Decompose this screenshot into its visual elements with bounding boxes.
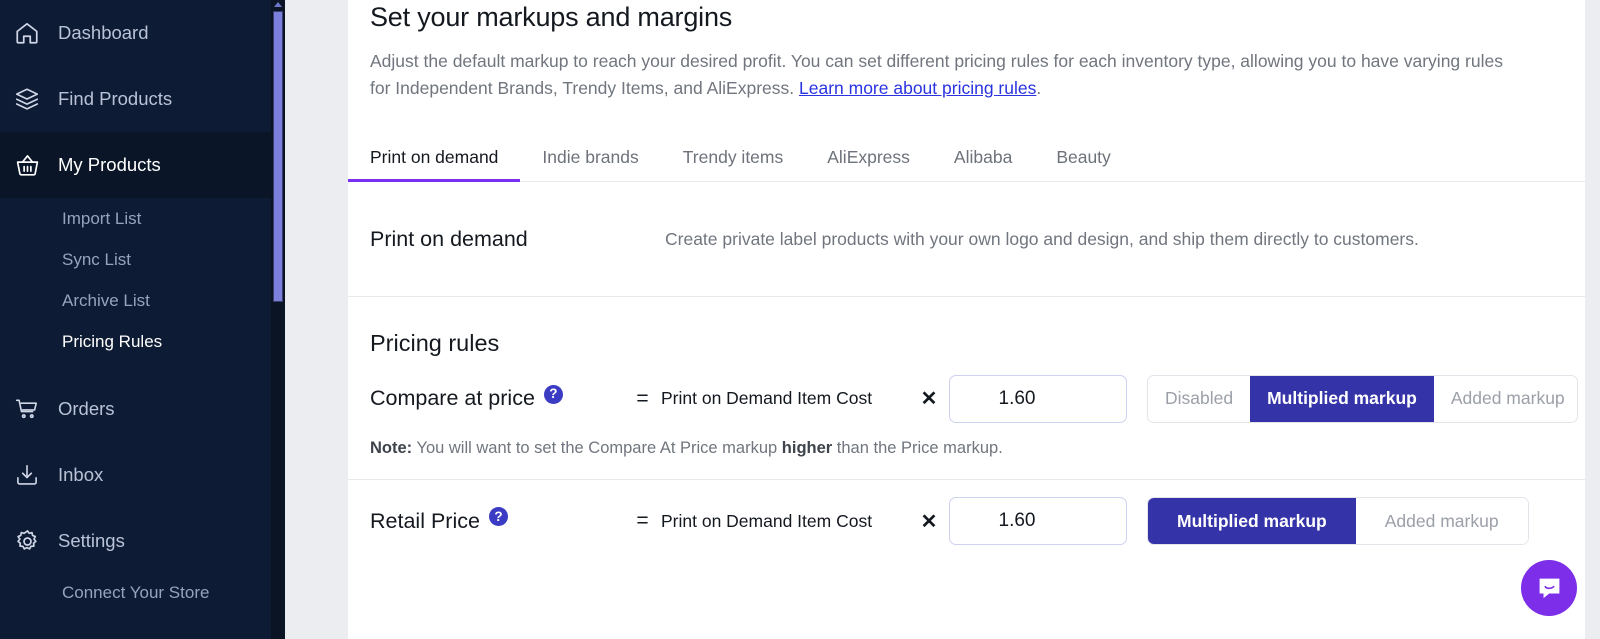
content-gutter	[285, 0, 348, 639]
tab-print-on-demand[interactable]: Print on demand	[348, 147, 521, 182]
sidebar-subitem-label: Sync List	[62, 249, 131, 269]
gear-icon	[14, 524, 58, 558]
tab-alibaba[interactable]: Alibaba	[954, 147, 1012, 181]
scrollbar-thumb[interactable]	[273, 11, 283, 302]
segment-label: Added markup	[1384, 510, 1499, 531]
multiply-symbol: ✕	[920, 510, 938, 533]
sidebar-item-label: Inbox	[58, 463, 104, 485]
sidebar-subitem-import-list[interactable]: Import List	[0, 198, 285, 239]
sidebar-subitem-label: Pricing Rules	[62, 331, 163, 351]
sidebar-subitem-pricing-rules[interactable]: Pricing Rules	[0, 321, 285, 362]
sidebar-subitem-label: Import List	[62, 208, 142, 228]
cost-source-label: Print on Demand Item Cost	[661, 510, 873, 531]
learn-more-link[interactable]: Learn more about pricing rules	[799, 78, 1036, 98]
segment-label: Disabled	[1165, 388, 1234, 408]
layers-icon	[14, 82, 58, 116]
sidebar-item-my-products[interactable]: My Products	[0, 132, 285, 198]
home-icon	[14, 16, 58, 50]
sidebar-item-label: Find Products	[58, 87, 173, 109]
sidebar-item-find-products[interactable]: Find Products	[0, 66, 285, 132]
inventory-type-info: Print on demand Create private label pro…	[348, 182, 1600, 297]
markup-value-input[interactable]	[949, 497, 1127, 545]
help-icon[interactable]: ?	[543, 384, 563, 404]
tab-label: Trendy items	[682, 147, 784, 167]
main-content: Set your markups and margins Adjust the …	[348, 0, 1600, 639]
inventory-type-name: Print on demand	[370, 226, 528, 251]
sidebar-subitem-archive-list[interactable]: Archive List	[0, 280, 285, 321]
page-description-period: .	[1036, 78, 1042, 98]
inventory-type-description: Create private label products with your …	[665, 228, 1419, 249]
sidebar-item-orders[interactable]: Orders	[0, 376, 285, 442]
cart-icon	[14, 392, 58, 426]
tab-label: Indie brands	[542, 147, 639, 167]
help-icon[interactable]: ?	[488, 507, 508, 526]
segment-multiplied-markup[interactable]: Multiplied markup	[1250, 375, 1434, 422]
tab-indie-brands[interactable]: Indie brands	[542, 147, 638, 181]
segment-label: Multiplied markup	[1267, 388, 1417, 408]
tab-label: Beauty	[1056, 147, 1111, 167]
sidebar-item-inbox[interactable]: Inbox	[0, 442, 285, 508]
multiply-symbol: ✕	[920, 388, 938, 410]
pricing-rules-heading: Pricing rules	[370, 330, 500, 356]
sidebar-item-label: Orders	[58, 397, 115, 419]
rule-label: Retail Price ?	[370, 507, 624, 534]
compare-at-price-note: Note: You will want to set the Compare A…	[348, 440, 1600, 457]
right-edge-gutter	[1585, 0, 1600, 639]
sidebar-item-label: Dashboard	[58, 21, 149, 43]
sidebar-item-label: My Products	[58, 153, 161, 175]
page-title: Set your markups and margins	[370, 2, 733, 32]
note-text-a: You will want to set the Compare At Pric…	[412, 439, 782, 457]
rule-label: Compare at price ?	[370, 384, 624, 411]
inventory-type-tabs: Print on demand Indie brands Trendy item…	[348, 129, 1600, 182]
cost-source-label: Print on Demand Item Cost	[661, 388, 873, 408]
pricing-rule-row-compare-at-price: Compare at price ? = Print on Demand Ite…	[348, 357, 1600, 440]
note-emphasis: higher	[781, 439, 833, 457]
sidebar-scrollbar[interactable]	[271, 0, 285, 639]
sidebar-item-dashboard[interactable]: Dashboard	[0, 0, 285, 66]
sidebar-item-settings[interactable]: Settings	[0, 508, 285, 574]
segment-added-markup[interactable]: Added markup	[1355, 498, 1528, 544]
app-root: Dashboard Find Products My Products Impo…	[0, 0, 1600, 639]
scroll-up-arrow-icon[interactable]	[274, 2, 282, 7]
segment-disabled[interactable]: Disabled	[1148, 375, 1251, 422]
note-text-b: than the Price markup.	[832, 439, 1003, 457]
markup-mode-segmented-control: Multiplied markup Added markup	[1147, 497, 1529, 545]
sidebar: Dashboard Find Products My Products Impo…	[0, 0, 285, 639]
pricing-rule-row-retail-price: Retail Price ? = Print on Demand Item Co…	[348, 480, 1600, 563]
rule-label-text: Compare at price	[370, 386, 535, 410]
basket-icon	[14, 148, 58, 182]
segment-label: Added markup	[1450, 388, 1565, 408]
segment-added-markup[interactable]: Added markup	[1433, 375, 1577, 422]
equals-symbol: =	[636, 386, 649, 410]
tab-beauty[interactable]: Beauty	[1056, 147, 1110, 181]
tab-aliexpress[interactable]: AliExpress	[827, 147, 910, 181]
tab-label: Alibaba	[953, 147, 1013, 167]
equals-symbol: =	[636, 509, 649, 532]
tab-label: Print on demand	[370, 147, 499, 167]
sidebar-subitem-label: Archive List	[62, 290, 150, 310]
sidebar-item-label: Settings	[58, 529, 125, 551]
sidebar-subitem-connect-your-store[interactable]: Connect Your Store	[0, 574, 285, 612]
note-prefix: Note:	[370, 439, 413, 457]
sidebar-subitem-sync-list[interactable]: Sync List	[0, 239, 285, 280]
markup-value-input[interactable]	[949, 374, 1127, 423]
rule-label-text: Retail Price	[370, 508, 480, 533]
intercom-launcher-button[interactable]	[1521, 560, 1577, 616]
page-header: Set your markups and margins Adjust the …	[348, 0, 1600, 102]
markup-mode-segmented-control: Disabled Multiplied markup Added markup	[1147, 374, 1578, 423]
tab-trendy-items[interactable]: Trendy items	[683, 147, 784, 181]
inbox-download-icon	[14, 458, 58, 492]
sidebar-subitem-label: Connect Your Store	[62, 583, 210, 602]
segment-multiplied-markup[interactable]: Multiplied markup	[1148, 498, 1356, 544]
segment-label: Multiplied markup	[1177, 510, 1327, 531]
tab-label: AliExpress	[827, 147, 910, 167]
chat-bubble-icon	[1539, 578, 1559, 598]
page-description: Adjust the default markup to reach your …	[370, 48, 1522, 102]
